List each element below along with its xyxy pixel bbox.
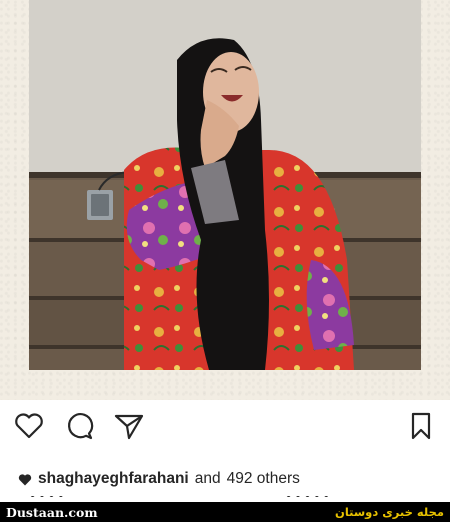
photo-frame	[0, 0, 450, 400]
watermark-bar: Dustaan.com مجله خبری دوستان	[0, 502, 450, 522]
post-actions-bar	[0, 408, 450, 448]
post-photo[interactable]	[29, 0, 421, 370]
paper-plane-icon[interactable]	[112, 408, 146, 442]
likes-summary: shaghayeghfarahani and 492 others	[18, 469, 300, 489]
heart-filled-icon	[18, 473, 32, 485]
likes-connector: and	[194, 470, 221, 487]
post-image	[29, 0, 421, 370]
heart-outline-icon[interactable]	[12, 408, 46, 442]
liker-username[interactable]: shaghayeghfarahani	[38, 470, 189, 488]
watermark-tagline: مجله خبری دوستان	[335, 505, 444, 519]
bookmark-icon[interactable]	[404, 408, 438, 442]
comment-bubble-icon[interactable]	[62, 408, 96, 442]
likes-others-count[interactable]: 492 others	[227, 470, 300, 488]
watermark-site: Dustaan.com	[6, 504, 98, 520]
